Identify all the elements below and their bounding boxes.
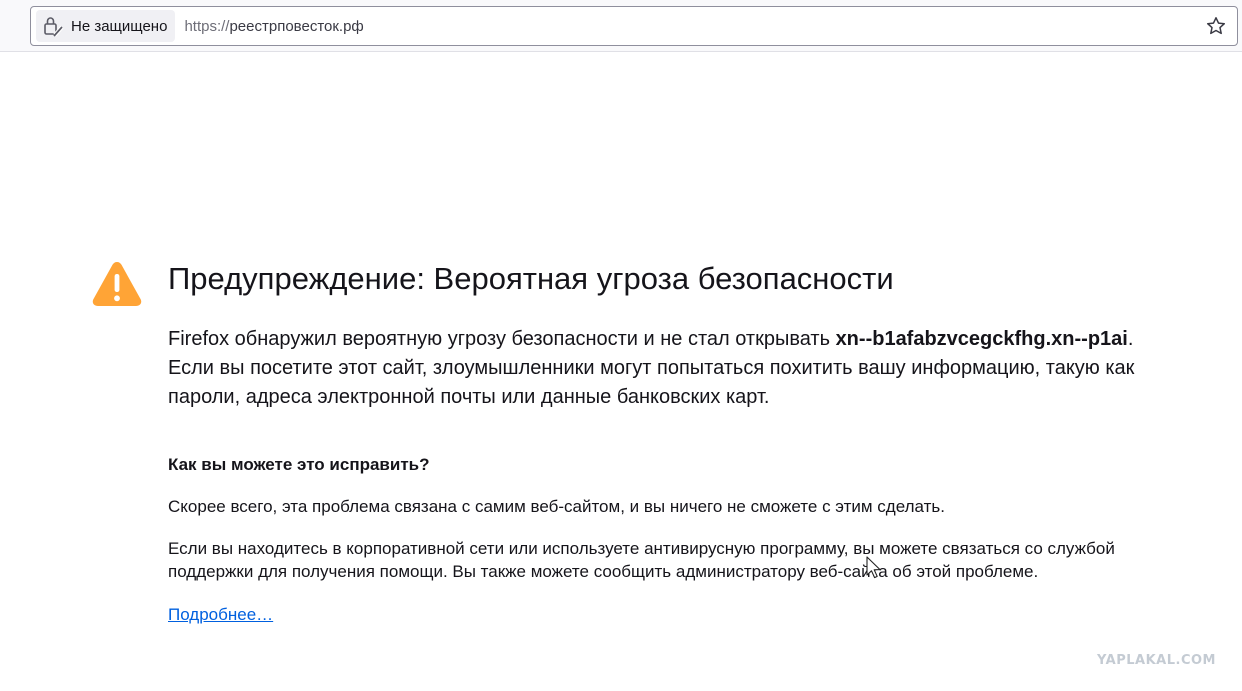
url-bar[interactable]: Не защищено https://реестрповесток.рф — [30, 6, 1238, 46]
browser-toolbar: Не защищено https://реестрповесток.рф — [0, 0, 1242, 52]
warning-triangle-icon — [91, 259, 143, 308]
intro-host: xn--b1afabzvcegckfhg.xn--p1ai — [835, 328, 1128, 350]
intro-text: Firefox обнаружил вероятную угрозу безоп… — [168, 325, 1143, 412]
bookmark-star-icon[interactable] — [1203, 13, 1229, 39]
site-identity-button[interactable]: Не защищено — [36, 10, 176, 42]
lock-warning-icon — [42, 15, 64, 37]
error-content: Предупреждение: Вероятная угроза безопас… — [168, 258, 1148, 626]
url-text[interactable]: https://реестрповесток.рф — [184, 18, 363, 35]
learn-more-link[interactable]: Подробнее… — [168, 603, 273, 626]
url-scheme: https:// — [184, 17, 230, 35]
mouse-cursor-icon — [866, 556, 882, 585]
url-host: реестрповесток.рф — [229, 17, 364, 35]
not-secure-label: Не защищено — [71, 17, 168, 35]
page-title: Предупреждение: Вероятная угроза безопас… — [168, 261, 894, 296]
intro-text-before: Firefox обнаружил вероятную угрозу безоп… — [168, 328, 836, 350]
explanation-paragraph-1: Скорее всего, эта проблема связана с сам… — [168, 497, 945, 516]
explanation-paragraph-2: Если вы находитесь в корпоративной сети … — [168, 539, 1115, 581]
watermark: YAPLAKAL.COM — [1097, 653, 1216, 668]
how-to-fix-heading: Как вы можете это исправить? — [168, 455, 430, 474]
